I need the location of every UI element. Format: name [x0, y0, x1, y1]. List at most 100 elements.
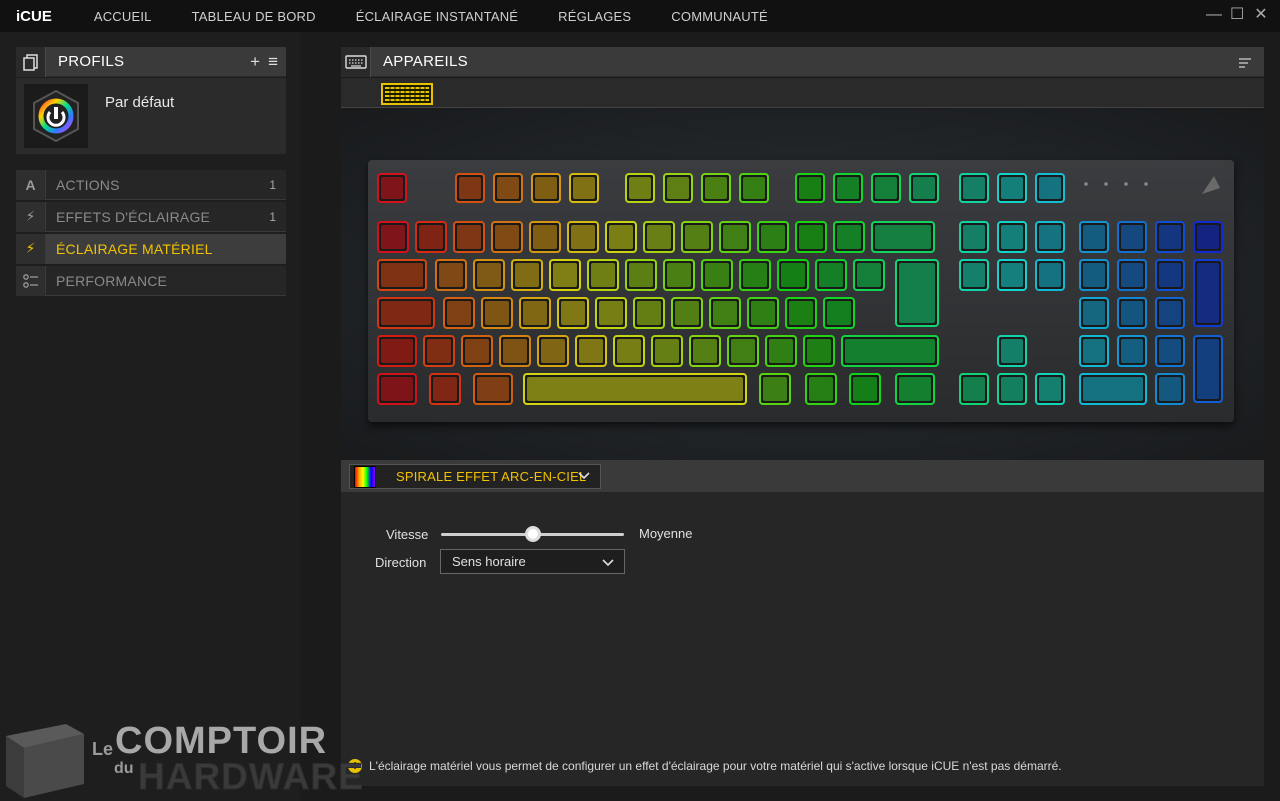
- direction-value: Sens horaire: [452, 554, 526, 569]
- keyboard-key-light: [1159, 225, 1181, 249]
- top-bar: iCUE ACCUEIL TABLEAU DE BORD ÉCLAIRAGE I…: [0, 0, 1280, 32]
- keyboard-key-light: [731, 339, 755, 363]
- nav-communaute[interactable]: COMMUNAUTÉ: [651, 9, 788, 24]
- keyboard-key-light: [533, 225, 557, 249]
- keyboard-key-light: [1001, 225, 1023, 249]
- profiles-icon: [16, 46, 46, 77]
- info-message: ! L'éclairage matériel vous permet de co…: [348, 759, 1062, 773]
- keyboard-key-light: [667, 177, 689, 199]
- window-controls: — ☐ ✕: [1206, 6, 1268, 24]
- effect-name: SPIRALE EFFET ARC-EN-CIEL: [396, 469, 587, 484]
- keyboard-key-light: [535, 177, 557, 199]
- keyboard-key-light: [617, 339, 641, 363]
- icue-logo-icon: [24, 84, 88, 148]
- keyboard-key-light: [853, 377, 877, 401]
- keyboard-key-light: [667, 263, 691, 287]
- effect-dropdown[interactable]: SPIRALE EFFET ARC-EN-CIEL: [349, 464, 601, 489]
- keyboard-key-light: [381, 177, 403, 199]
- keyboard-key-light: [675, 301, 699, 325]
- keyboard-key-light: [807, 339, 831, 363]
- keyboard-keys: [377, 173, 1223, 405]
- keyboard-key-light: [497, 177, 519, 199]
- direction-label: Direction: [375, 555, 427, 570]
- direction-dropdown[interactable]: Sens horaire: [440, 549, 625, 574]
- sidebar-item-eclairage-materiel[interactable]: ⚡ ÉCLAIRAGE MATÉRIEL: [16, 233, 286, 264]
- watermark-le: Le: [92, 739, 114, 759]
- keyboard-key-light: [1039, 177, 1061, 199]
- keyboard-key-light: [503, 339, 527, 363]
- keyboard-key-light: [827, 301, 851, 325]
- keyboard-key-light: [705, 263, 729, 287]
- add-profile-button[interactable]: +: [250, 53, 260, 70]
- keyboard-key-light: [705, 177, 727, 199]
- minimize-icon[interactable]: —: [1206, 6, 1222, 24]
- keyboard-key-light: [591, 263, 615, 287]
- maximize-icon[interactable]: ☐: [1230, 6, 1244, 24]
- nav-reglages[interactable]: RÉGLAGES: [538, 9, 651, 24]
- nav-accueil[interactable]: ACCUEIL: [74, 9, 172, 24]
- effect-settings: Vitesse Moyenne Direction Sens horaire: [341, 492, 1264, 786]
- keyboard-image: [368, 160, 1234, 422]
- rainbow-swatch-icon: [354, 465, 376, 488]
- keyboard-key-light: [561, 301, 585, 325]
- keyboard-key-light: [799, 177, 821, 199]
- keyboard-key-light: [781, 263, 805, 287]
- nav-tableau-de-bord[interactable]: TABLEAU DE BORD: [172, 9, 336, 24]
- keyboard-key-light: [571, 225, 595, 249]
- app-title: iCUE: [16, 7, 52, 25]
- keyboard-key-light: [1083, 301, 1105, 325]
- keyboard-key-light: [433, 377, 457, 401]
- keyboard-key-light: [381, 339, 413, 363]
- indicator-led: [1124, 182, 1128, 186]
- keyboard-key-light: [381, 263, 423, 287]
- sidebar-item-actions[interactable]: A ACTIONS 1: [16, 169, 286, 200]
- indicator-led: [1104, 182, 1108, 186]
- speed-slider-thumb[interactable]: [524, 526, 541, 542]
- keyboard-key-light: [599, 301, 623, 325]
- indicator-led: [1084, 182, 1088, 186]
- sidebar-item-count: 1: [269, 209, 276, 224]
- sidebar-item-performance[interactable]: PERFORMANCE: [16, 265, 286, 296]
- close-icon[interactable]: ✕: [1254, 6, 1268, 24]
- keyboard-key-light: [1197, 263, 1219, 323]
- keyboard-preview-area: [341, 109, 1264, 460]
- keyboard-key-light: [495, 225, 519, 249]
- profiles-menu-icon[interactable]: ≡: [268, 53, 278, 70]
- keyboard-key-light: [523, 301, 547, 325]
- keyboard-key-light: [459, 177, 481, 199]
- keyboard-key-light: [1001, 177, 1023, 199]
- profile-name: Par défaut: [105, 94, 175, 111]
- keyboard-key-light: [419, 225, 443, 249]
- keyboard-key-light: [457, 225, 481, 249]
- keyboard-key-light: [541, 339, 565, 363]
- keyboard-key-light: [609, 225, 633, 249]
- keyboard-key-light: [743, 263, 767, 287]
- indicator-led: [1144, 182, 1148, 186]
- keyboard-key-light: [655, 339, 679, 363]
- keyboard-key-light: [789, 301, 813, 325]
- profile-card[interactable]: Par défaut: [16, 78, 286, 154]
- keyboard-key-light: [1001, 339, 1023, 363]
- keyboard-key-light: [439, 263, 463, 287]
- keyboard-key-light: [723, 225, 747, 249]
- keyboard-key-light: [1001, 377, 1023, 401]
- keyboard-key-light: [1039, 377, 1061, 401]
- keyboard-key-light: [1197, 225, 1219, 249]
- keyboard-key-light: [1121, 263, 1143, 287]
- keyboard-key-light: [1121, 339, 1143, 363]
- sidebar: PROFILS + ≡ Par défaut A ACTIONS 1 ⚡ EFF…: [0, 32, 300, 801]
- sidebar-item-label: ACTIONS: [56, 176, 120, 193]
- keyboard-device-thumbnail[interactable]: [381, 83, 433, 105]
- devices-bar: [341, 78, 1264, 108]
- nav-eclairage-instantane[interactable]: ÉCLAIRAGE INSTANTANÉ: [336, 9, 538, 24]
- keyboard-key-light: [447, 301, 471, 325]
- keyboard-key-light: [647, 225, 671, 249]
- keyboard-key-light: [1159, 301, 1181, 325]
- corsair-logo-icon: [1202, 176, 1220, 194]
- chevron-down-icon: [578, 471, 590, 483]
- keyboard-key-light: [1121, 225, 1143, 249]
- speed-slider[interactable]: [441, 526, 624, 542]
- sidebar-item-effets-eclairage[interactable]: ⚡ EFFETS D'ÉCLAIRAGE 1: [16, 201, 286, 232]
- keyboard-key-light: [963, 225, 985, 249]
- devices-menu-icon[interactable]: [1238, 56, 1252, 74]
